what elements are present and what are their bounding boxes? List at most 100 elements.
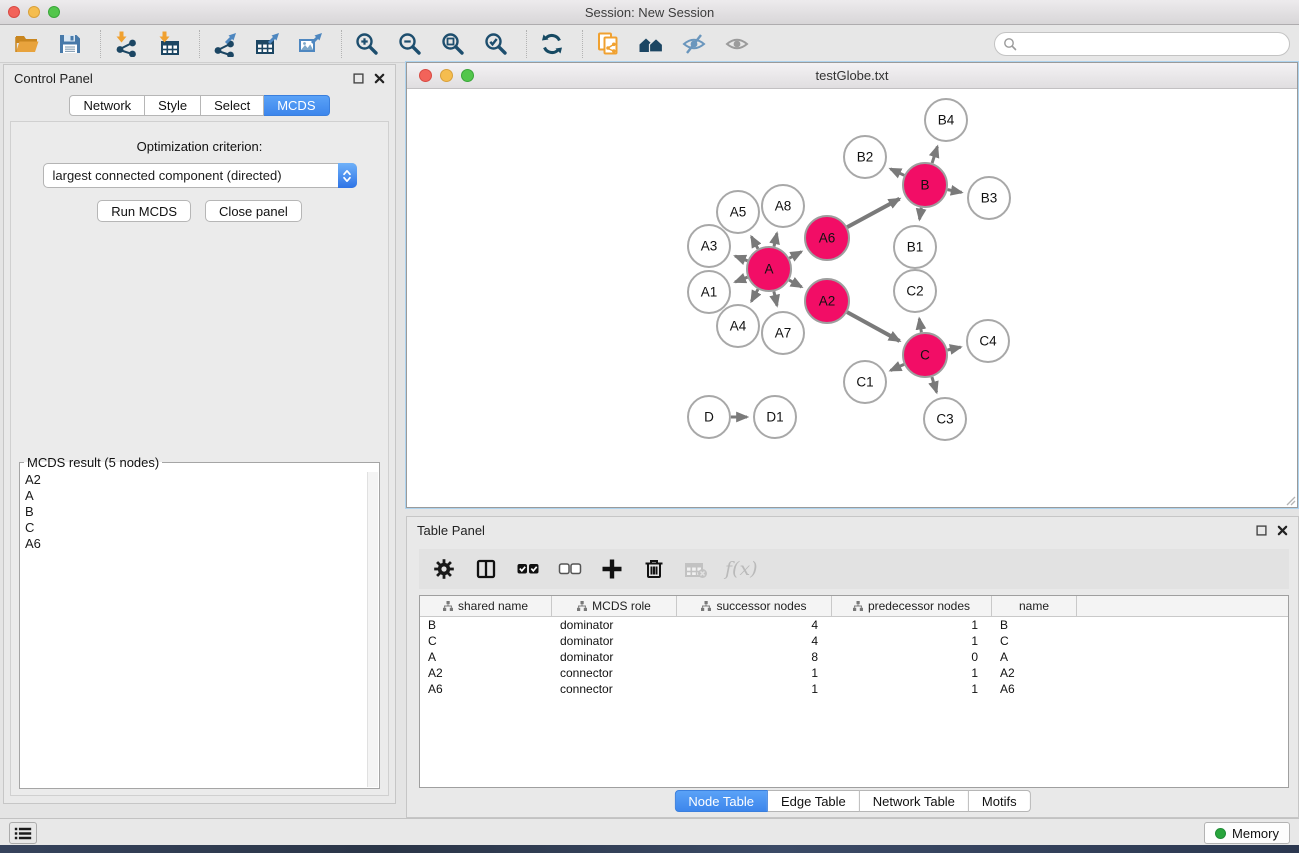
network-canvas[interactable]: B4 B2 B B3 A8 A5 A6 A3 B1 A A1 C2 A2 (407, 89, 1297, 507)
tab-edge-table[interactable]: Edge Table (768, 790, 860, 812)
zoom-fit-button[interactable] (438, 29, 468, 59)
network-minimize-button[interactable] (440, 69, 453, 82)
table-cell[interactable]: 1 (677, 666, 832, 680)
table-cell[interactable]: A2 (420, 666, 552, 680)
add-column-button[interactable] (599, 554, 625, 584)
table-row[interactable]: Cdominator41C (420, 633, 1288, 649)
graph-node-D1[interactable]: D1 (754, 396, 796, 438)
graph-node-B3[interactable]: B3 (968, 177, 1010, 219)
table-cell[interactable]: 8 (677, 650, 832, 664)
table-cell[interactable]: dominator (552, 618, 677, 632)
mcds-result-item[interactable]: C (21, 520, 367, 536)
graph-node-C1[interactable]: C1 (844, 361, 886, 403)
mcds-result-item[interactable]: B (21, 504, 367, 520)
mcds-result-item[interactable]: A (21, 488, 367, 504)
graph-node-B[interactable]: B (903, 163, 947, 207)
task-history-button[interactable] (9, 822, 37, 844)
deselect-all-button[interactable] (557, 554, 583, 584)
graph-edge-B-B1[interactable] (920, 208, 922, 220)
table-cell[interactable]: A2 (992, 666, 1077, 680)
table-cell[interactable]: B (992, 618, 1077, 632)
table-cell[interactable]: C (420, 634, 552, 648)
tab-network[interactable]: Network (69, 95, 145, 116)
graph-node-C2[interactable]: C2 (894, 270, 936, 312)
table-cell[interactable]: dominator (552, 650, 677, 664)
search-input[interactable] (1017, 34, 1289, 54)
table-cell[interactable]: C (992, 634, 1077, 648)
optimization-criterion-dropdown[interactable]: largest connected component (directed) (43, 163, 357, 188)
close-window-button[interactable] (8, 6, 20, 18)
graph-edge-B-B4[interactable] (932, 147, 937, 164)
network-maximize-button[interactable] (461, 69, 474, 82)
graph-edge-B-B3[interactable] (948, 190, 962, 193)
graph-node-C[interactable]: C (903, 333, 947, 377)
table-cell[interactable]: connector (552, 666, 677, 680)
tab-motifs[interactable]: Motifs (969, 790, 1031, 812)
zoom-out-button[interactable] (395, 29, 425, 59)
graph-node-A1[interactable]: A1 (688, 271, 730, 313)
refresh-layout-button[interactable] (537, 29, 567, 59)
mcds-result-item[interactable]: A6 (21, 536, 367, 552)
float-panel-icon[interactable] (353, 73, 364, 84)
toggle-columns-button[interactable] (473, 554, 499, 584)
table-settings-button[interactable] (431, 554, 457, 584)
graph-edge-A-A7[interactable] (774, 292, 777, 306)
table-cell[interactable]: A6 (420, 682, 552, 696)
graph-node-B2[interactable]: B2 (844, 136, 886, 178)
table-cell[interactable]: B (420, 618, 552, 632)
graph-edge-A-A6[interactable] (789, 252, 801, 259)
select-all-button[interactable] (515, 554, 541, 584)
graph-edge-A-A4[interactable] (751, 289, 758, 301)
graph-node-C4[interactable]: C4 (967, 320, 1009, 362)
save-session-button[interactable] (55, 29, 85, 59)
graph-edge-C-C2[interactable] (919, 319, 921, 333)
mcds-result-scrollbar[interactable] (367, 472, 378, 787)
graph-node-A3[interactable]: A3 (688, 225, 730, 267)
tab-style[interactable]: Style (145, 95, 201, 116)
graph-node-A8[interactable]: A8 (762, 185, 804, 227)
network-close-button[interactable] (419, 69, 432, 82)
close-panel-button[interactable]: Close panel (205, 200, 302, 222)
graph-node-D[interactable]: D (688, 396, 730, 438)
export-network-button[interactable] (210, 29, 240, 59)
import-network-button[interactable] (111, 29, 141, 59)
tab-network-table[interactable]: Network Table (860, 790, 969, 812)
graph-edge-B-B2[interactable] (890, 169, 904, 176)
float-table-panel-icon[interactable] (1256, 525, 1267, 536)
table-cell[interactable]: dominator (552, 634, 677, 648)
search-box[interactable] (994, 32, 1290, 56)
graph-node-B1[interactable]: B1 (894, 226, 936, 268)
table-cell[interactable]: 0 (832, 650, 992, 664)
run-mcds-button[interactable]: Run MCDS (97, 200, 191, 222)
table-row[interactable]: Bdominator41B (420, 617, 1288, 633)
table-row[interactable]: Adominator80A (420, 649, 1288, 665)
graph-node-A2[interactable]: A2 (805, 279, 849, 323)
graph-edge-A-A5[interactable] (751, 237, 758, 249)
home-button[interactable] (636, 29, 666, 59)
column-header-name[interactable]: name (992, 596, 1077, 616)
table-cell[interactable]: connector (552, 682, 677, 696)
graph-node-A4[interactable]: A4 (717, 305, 759, 347)
show-panel-button[interactable] (722, 29, 752, 59)
column-header-shared-name[interactable]: shared name (420, 596, 552, 616)
export-image-button[interactable] (296, 29, 326, 59)
column-header-successor-nodes[interactable]: successor nodes (677, 596, 832, 616)
graph-edge-A-A2[interactable] (789, 280, 802, 287)
table-cell[interactable]: 1 (677, 682, 832, 696)
close-table-panel-icon[interactable] (1277, 525, 1288, 536)
column-header-MCDS-role[interactable]: MCDS role (552, 596, 677, 616)
minimize-window-button[interactable] (28, 6, 40, 18)
table-cell[interactable]: A (992, 650, 1077, 664)
graph-edge-A-A1[interactable] (735, 277, 747, 282)
close-panel-icon[interactable] (374, 73, 385, 84)
table-cell[interactable]: A6 (992, 682, 1077, 696)
graph-edge-A6-B[interactable] (847, 199, 899, 227)
table-cell[interactable]: 1 (832, 618, 992, 632)
graph-edge-C-C4[interactable] (948, 347, 961, 350)
resize-grip[interactable] (1284, 494, 1296, 506)
duplicate-network-button[interactable] (593, 29, 623, 59)
zoom-in-button[interactable] (352, 29, 382, 59)
column-header-predecessor-nodes[interactable]: predecessor nodes (832, 596, 992, 616)
table-cell[interactable]: 1 (832, 634, 992, 648)
graph-edge-C-C1[interactable] (891, 364, 905, 370)
